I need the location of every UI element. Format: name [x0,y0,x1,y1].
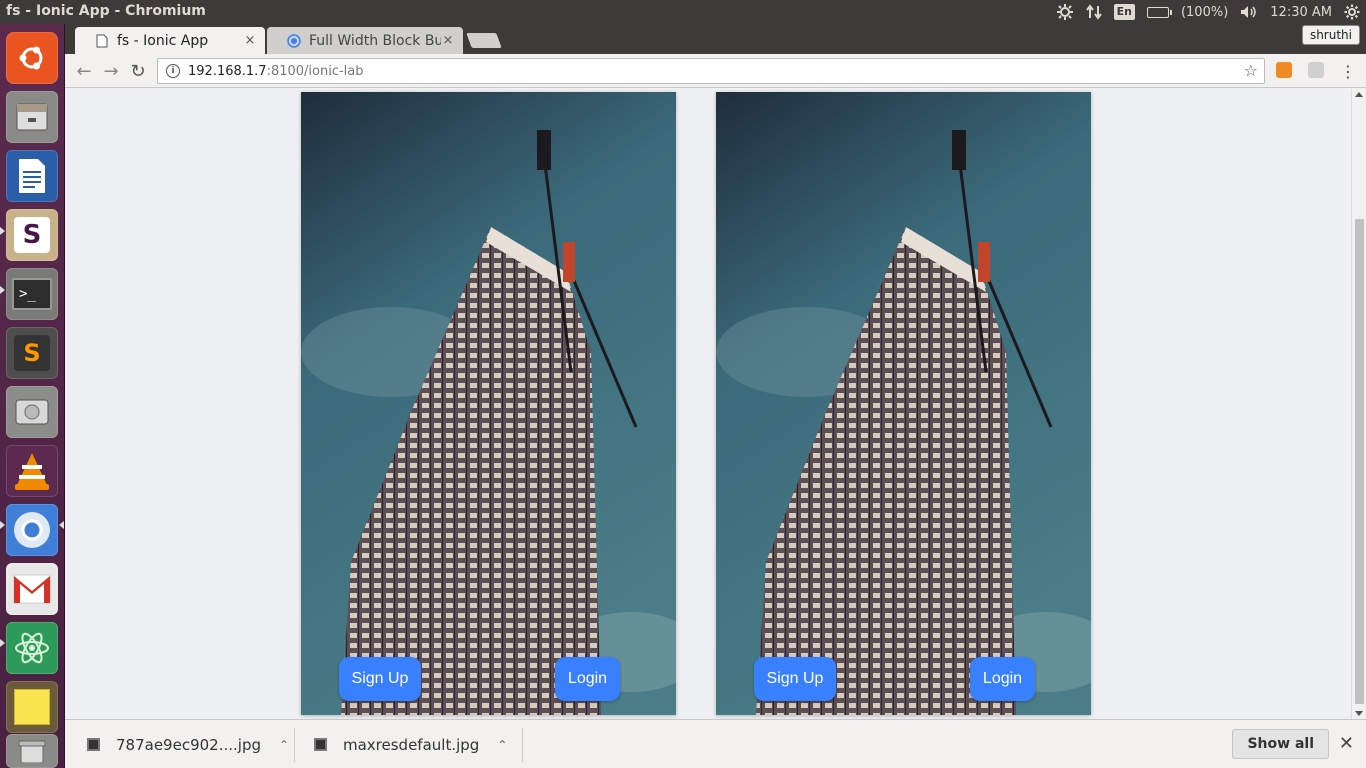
scroll-thumb[interactable] [1355,219,1364,704]
extension-icon[interactable] [1276,62,1292,78]
show-all-button[interactable]: Show all [1232,729,1329,759]
files-icon[interactable] [6,91,58,143]
address-bar[interactable]: i 192.168.1.7:8100/ionic-lab ☆ [157,58,1265,84]
tab-strip: fs - Ionic App × Full Width Block Bu × s… [65,24,1366,54]
image-file-icon [87,738,100,751]
tab-title: fs - Ionic App [117,32,209,49]
unity-launcher: S >_ S [0,24,65,768]
bookmark-star-icon[interactable]: ☆ [1244,61,1258,80]
keyboard-layout-indicator[interactable]: En [1113,4,1135,20]
download-filename: 787ae9ec902....jpg [116,735,261,754]
system-gear-icon[interactable] [1344,4,1360,20]
sticky-notes-icon[interactable] [6,681,58,733]
tab-ionic-app[interactable]: fs - Ionic App × [75,27,265,54]
libreoffice-writer-icon[interactable] [6,150,58,202]
profile-button[interactable]: shruthi [1301,25,1360,45]
login-button[interactable]: Login [970,657,1035,701]
tab-title: Full Width Block Bu [309,32,441,49]
chevron-up-icon[interactable]: ⌃ [497,738,507,752]
download-item[interactable]: maxresdefault.jpg ⌃ [314,720,507,768]
login-button[interactable]: Login [555,657,620,701]
network-settings-icon[interactable] [1056,3,1074,21]
new-tab-button[interactable] [466,33,502,48]
device-preview-1: Sign Up Login [301,92,676,715]
reload-icon[interactable]: ↻ [127,60,149,82]
slack-icon[interactable]: S [6,209,58,261]
cast-extension-icon[interactable] [1308,62,1324,78]
volume-icon[interactable] [1240,5,1258,19]
page-viewport: Sign Up Login Sign Up Login [65,89,1366,719]
page-scrollbar[interactable] [1351,89,1366,719]
scroll-down-arrow-icon[interactable] [1355,711,1363,716]
chevron-up-icon[interactable]: ⌃ [279,738,289,752]
site-info-icon[interactable]: i [166,64,180,78]
trash-icon[interactable] [6,734,58,768]
disk-icon[interactable] [6,386,58,438]
transfer-arrows-icon[interactable] [1085,4,1102,20]
gmail-icon[interactable] [6,563,58,615]
clock[interactable]: 12:30 AM [1270,5,1332,20]
system-tray: En (100%) 12:30 AM [1056,0,1360,24]
battery-percent: (100%) [1180,4,1229,20]
sublime-text-icon[interactable]: S [6,327,58,379]
download-filename: maxresdefault.jpg [343,735,480,754]
browser-window: fs - Ionic App × Full Width Block Bu × s… [65,24,1366,768]
page-icon [95,34,109,48]
top-panel: fs - Ionic App - Chromium En (100%) 12:3… [0,0,1366,24]
tab-full-width-block[interactable]: Full Width Block Bu × [267,27,463,54]
close-tab-icon[interactable]: × [243,33,257,48]
window-title: fs - Ionic App - Chromium [6,3,206,19]
building-background-image [301,92,676,715]
terminal-icon[interactable]: >_ [6,268,58,320]
battery-icon[interactable] [1146,6,1172,18]
sign-up-button[interactable]: Sign Up [754,657,836,701]
device-preview-2: Sign Up Login [716,92,1091,715]
vlc-icon[interactable] [6,445,58,497]
chromium-icon[interactable] [6,504,58,556]
forward-arrow-icon[interactable]: → [100,60,122,82]
scroll-up-arrow-icon[interactable] [1355,92,1363,97]
close-icon[interactable]: ✕ [1339,733,1354,754]
download-shelf: 787ae9ec902....jpg ⌃ maxresdefault.jpg ⌃… [65,719,1366,768]
ubuntu-dash-icon[interactable] [6,32,58,84]
menu-kebab-icon[interactable]: ⋮ [1337,60,1359,82]
download-item[interactable]: 787ae9ec902....jpg ⌃ [87,720,289,768]
sign-up-button[interactable]: Sign Up [339,657,421,701]
atom-icon[interactable] [6,622,58,674]
browser-toolbar: ← → ↻ i 192.168.1.7:8100/ionic-lab ☆ ⋮ [65,54,1366,88]
building-background-image [716,92,1091,715]
back-arrow-icon[interactable]: ← [73,60,95,82]
image-file-icon [314,738,327,751]
url-text: 192.168.1.7:8100/ionic-lab [188,63,364,79]
ionic-logo-icon [287,33,301,48]
close-tab-icon[interactable]: × [441,33,455,48]
